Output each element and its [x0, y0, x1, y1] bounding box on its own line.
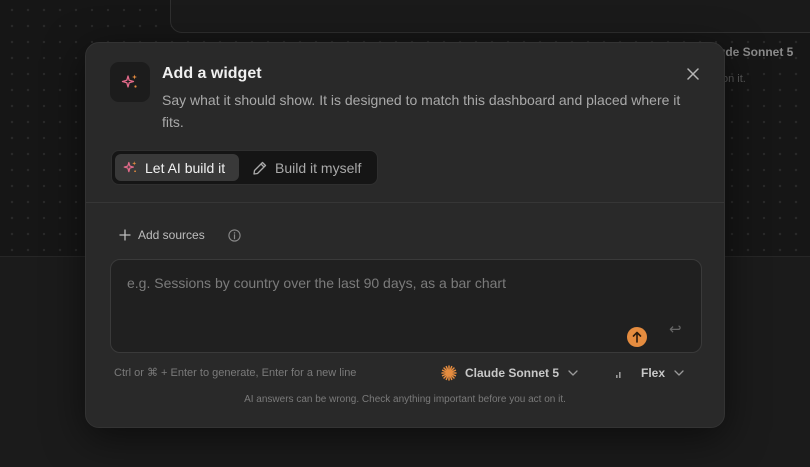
close-icon[interactable]: [682, 63, 704, 85]
mode-select[interactable]: Flex: [616, 364, 684, 382]
dialog-description: Say what it should show. It is designed …: [162, 92, 681, 130]
arrow-up-icon: [632, 331, 642, 343]
sparkles-icon: [110, 62, 150, 102]
tab-let-ai-build[interactable]: Let AI build it: [115, 154, 239, 181]
claude-logo-icon: [441, 365, 457, 381]
divider: [86, 202, 724, 203]
add-sources-button[interactable]: Add sources: [119, 226, 205, 244]
sparkles-icon: [123, 161, 137, 173]
keyboard-hint: Ctrl or ⌘ + Enter to generate, Enter for…: [114, 367, 357, 379]
enter-icon: ↩: [669, 321, 682, 338]
info-icon[interactable]: [228, 229, 241, 242]
build-mode-tabs: Let AI build it Build it myself: [111, 150, 378, 185]
widget-prompt-input[interactable]: [110, 259, 702, 353]
tab-label: Let AI build it: [145, 159, 226, 176]
chevron-down-icon: [568, 370, 578, 376]
background-note: on it.: [722, 73, 746, 85]
model-select[interactable]: Claude Sonnet 5: [441, 364, 578, 382]
background-card: [170, 0, 810, 33]
chevron-down-icon: [674, 370, 684, 376]
add-widget-dialog: Add a widget Say what it should show. It…: [85, 42, 725, 428]
tab-build-myself[interactable]: Build it myself: [247, 154, 375, 181]
background-model-label: ude Sonnet 5: [718, 45, 794, 59]
tab-label: Build it myself: [275, 159, 362, 176]
signal-bars-icon: [616, 372, 621, 378]
mode-select-label: Flex: [641, 366, 666, 380]
generate-button[interactable]: [627, 327, 647, 347]
plus-icon: [119, 229, 131, 241]
model-select-label: Claude Sonnet 5: [465, 366, 560, 380]
pencil-icon: [253, 161, 267, 175]
ai-disclaimer: AI answers can be wrong. Check anything …: [244, 394, 566, 405]
dialog-title: Add a widget: [162, 65, 262, 82]
add-sources-label: Add sources: [138, 228, 205, 242]
